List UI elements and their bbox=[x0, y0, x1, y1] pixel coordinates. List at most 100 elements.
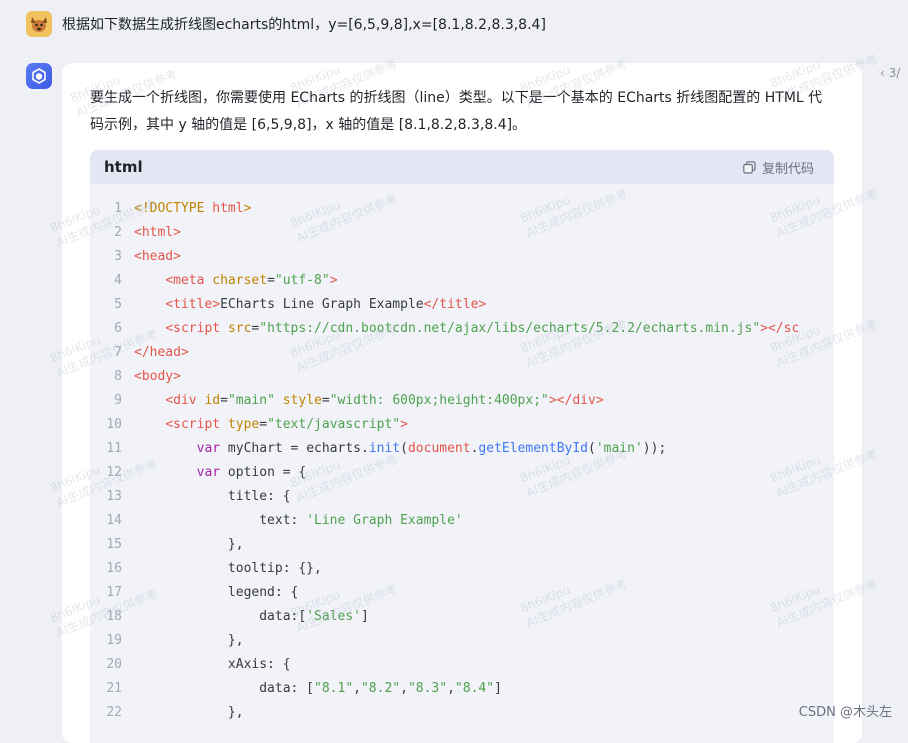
code-token: charset bbox=[212, 272, 268, 288]
line-number: 12 bbox=[106, 464, 122, 480]
line-number: 8 bbox=[114, 368, 122, 384]
line-number: 9 bbox=[114, 392, 122, 408]
line-number: 19 bbox=[106, 632, 122, 648]
code-line: 17 legend: { bbox=[90, 580, 834, 604]
ai-reply-card: 要生成一个折线图，你需要使用 ECharts 的折线图（line）类型。以下是一… bbox=[62, 63, 862, 743]
code-line: 14 text: 'Line Graph Example' bbox=[90, 508, 834, 532]
code-text: }, bbox=[134, 705, 244, 720]
code-token: "https://cdn.bootcdn.net/ajax/libs/echar… bbox=[259, 320, 761, 336]
code-text: <script type="text/javascript"> bbox=[134, 417, 408, 432]
code-token: var bbox=[196, 440, 221, 456]
code-line: 3 <head> bbox=[90, 244, 834, 268]
code-token: text: bbox=[134, 512, 307, 528]
code-token: , bbox=[400, 680, 408, 696]
ai-reply-intro: 要生成一个折线图，你需要使用 ECharts 的折线图（line）类型。以下是一… bbox=[90, 90, 823, 133]
code-token: html bbox=[212, 200, 244, 216]
code-token: <title> bbox=[165, 296, 221, 312]
line-number: 15 bbox=[106, 536, 122, 552]
code-text: <title>ECharts Line Graph Example</title… bbox=[134, 297, 486, 312]
code-token: 'main' bbox=[595, 440, 643, 456]
code-text: <head> bbox=[134, 249, 181, 264]
code-line: 2 <html> bbox=[90, 220, 834, 244]
code-token: }, bbox=[134, 536, 244, 552]
code-token: > bbox=[400, 416, 408, 432]
line-number: 7 bbox=[114, 344, 122, 360]
code-text: }, bbox=[134, 537, 244, 552]
code-text: <meta charset="utf-8"> bbox=[134, 272, 337, 288]
user-message-text: 根据如下数据生成折线图echarts的html，y=[6,5,9,8],x=[8… bbox=[62, 17, 546, 33]
code-token: <script bbox=[165, 320, 228, 336]
code-token: = bbox=[267, 272, 275, 288]
line-number: 16 bbox=[106, 560, 122, 576]
code-token: myChart = echarts. bbox=[220, 440, 369, 456]
code-line: 10 <script type="text/javascript"> bbox=[90, 412, 834, 436]
code-line: 9 <div id="main" style="width: 600px;hei… bbox=[90, 388, 834, 412]
copy-icon bbox=[743, 160, 756, 174]
code-token: = bbox=[259, 416, 268, 432]
code-text: title: { bbox=[134, 489, 291, 504]
code-text: data: ["8.1","8.2","8.3","8.4"] bbox=[134, 681, 502, 696]
code-token: <div bbox=[165, 392, 205, 408]
code-token: "width: 600px;height:400px;" bbox=[329, 392, 549, 408]
code-text: <body> bbox=[134, 369, 181, 384]
line-number: 6 bbox=[114, 320, 122, 336]
code-token: ( bbox=[588, 440, 596, 456]
code-token: 'Line Graph Example' bbox=[306, 512, 463, 528]
code-token: id bbox=[204, 392, 221, 408]
code-line: 16 tooltip: {}, bbox=[90, 556, 834, 580]
code-text: tooltip: {}, bbox=[134, 561, 322, 576]
code-line: 20 xAxis: { bbox=[90, 652, 834, 676]
code-token: type bbox=[227, 416, 260, 432]
code-text: text: 'Line Graph Example' bbox=[134, 513, 463, 528]
csdn-credit: CSDN @木头左 bbox=[798, 705, 892, 720]
code-token: , bbox=[447, 680, 455, 696]
cube-logo-icon bbox=[32, 68, 46, 84]
copy-code-label: 复制代码 bbox=[761, 161, 814, 177]
code-token: ] bbox=[494, 680, 502, 696]
code-text: <html> bbox=[134, 225, 181, 240]
code-block: html 复制代码 1 <!DOCTYPE html> 2 <html> 3 <head>… bbox=[90, 150, 834, 743]
code-token: = bbox=[321, 392, 330, 408]
line-number: 22 bbox=[106, 704, 122, 720]
code-token: <head> bbox=[134, 248, 181, 264]
code-line: 12 var option = { bbox=[90, 460, 834, 484]
code-token: )); bbox=[642, 440, 667, 456]
line-number: 18 bbox=[106, 608, 122, 624]
code-token: 'Sales' bbox=[306, 608, 361, 624]
copy-code-button[interactable]: 复制代码 bbox=[743, 158, 814, 177]
code-token: <script bbox=[165, 416, 228, 432]
code-token: "8.2" bbox=[360, 680, 401, 696]
code-token: ></sc bbox=[760, 320, 800, 336]
code-token: "utf-8" bbox=[274, 272, 330, 288]
code-token: "8.3" bbox=[407, 680, 448, 696]
code-token: <body> bbox=[134, 368, 181, 384]
code-line: 6 <script src="https://cdn.bootcdn.net/a… bbox=[90, 316, 834, 340]
code-token: data: [ bbox=[134, 680, 315, 696]
ai-avatar bbox=[26, 63, 52, 89]
code-line: 15 }, bbox=[90, 532, 834, 556]
code-line: 4 <meta charset="utf-8"> bbox=[90, 268, 834, 292]
line-number: 1 bbox=[114, 200, 122, 216]
code-token: ] bbox=[360, 608, 369, 624]
code-language-label: html bbox=[104, 158, 143, 176]
code-text: </head> bbox=[134, 345, 189, 360]
code-token: var bbox=[196, 464, 221, 480]
response-pager[interactable]: ‹ 3/ bbox=[880, 66, 908, 80]
code-token: src bbox=[227, 320, 252, 336]
line-number: 2 bbox=[114, 224, 122, 240]
code-token: option = { bbox=[220, 464, 307, 480]
user-message-row: 根据如下数据生成折线图echarts的html，y=[6,5,9,8],x=[8… bbox=[26, 11, 546, 37]
code-text: <!DOCTYPE html> bbox=[134, 201, 251, 216]
code-token: legend: { bbox=[134, 584, 299, 600]
code-line: 13 title: { bbox=[90, 484, 834, 508]
code-block-header: html 复制代码 bbox=[90, 150, 834, 184]
code-line: 19 }, bbox=[90, 628, 834, 652]
code-text: }, bbox=[134, 633, 244, 648]
code-text: legend: { bbox=[134, 585, 298, 600]
code-line: 11 var myChart = echarts.init(document.g… bbox=[90, 436, 834, 460]
line-number: 21 bbox=[106, 680, 122, 696]
